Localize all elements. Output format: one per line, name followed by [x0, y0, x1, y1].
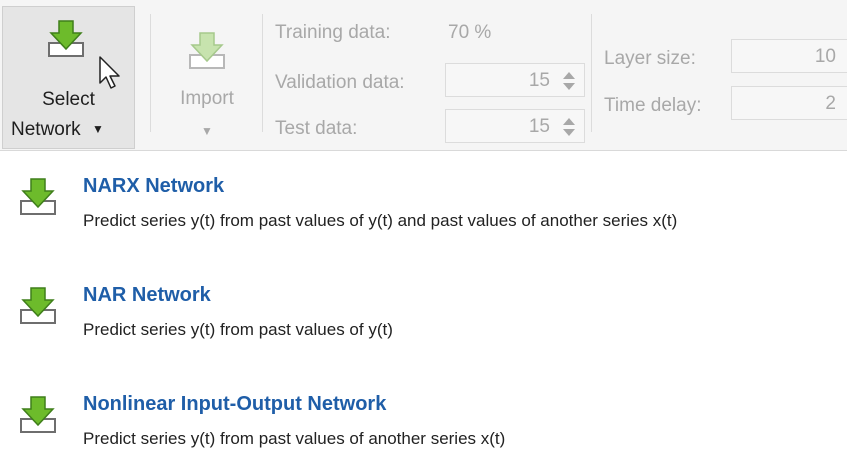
download-arrow-icon — [20, 287, 56, 324]
toolstrip-separator — [591, 14, 592, 132]
validation-data-value: 15 — [528, 70, 550, 91]
test-data-spinner[interactable]: 15 — [445, 109, 585, 143]
select-network-label-line1: Select — [42, 89, 95, 110]
chevron-down-icon: ▼ — [91, 122, 104, 136]
menu-item-title: Nonlinear Input-Output Network — [83, 393, 387, 415]
select-network-label-line2: Network ▼ — [11, 119, 142, 141]
menu-item-nonlinear-input-output-network[interactable]: Nonlinear Input-Output Network Predict s… — [0, 369, 847, 469]
mouse-cursor-icon — [99, 56, 120, 89]
select-network-label-text: Network — [11, 119, 81, 140]
menu-item-title: NARX Network — [83, 175, 225, 197]
time-delay-label: Time delay: — [604, 95, 702, 116]
time-delay-spinner[interactable]: 2 — [731, 86, 847, 120]
validation-data-spinner[interactable]: 15 — [445, 63, 585, 97]
download-arrow-icon — [189, 32, 225, 69]
menu-item-description: Predict series y(t) from past values of … — [83, 429, 506, 448]
layer-size-label: Layer size: — [604, 48, 696, 69]
validation-data-label: Validation data: — [275, 72, 405, 93]
menu-item-narx-network[interactable]: NARX Network Predict series y(t) from pa… — [0, 151, 847, 251]
download-arrow-icon — [20, 396, 56, 433]
download-arrow-icon — [20, 178, 56, 215]
download-arrow-icon — [48, 20, 84, 57]
test-data-value: 15 — [528, 116, 550, 137]
menu-item-nar-network[interactable]: NAR Network Predict series y(t) from pas… — [0, 260, 847, 360]
toolstrip-separator — [150, 14, 151, 132]
menu-item-description: Predict series y(t) from past values of … — [83, 320, 393, 339]
training-data-label: Training data: — [275, 22, 391, 43]
menu-item-description: Predict series y(t) from past values of … — [83, 211, 678, 230]
chevron-down-icon: ▼ — [201, 124, 213, 138]
time-delay-value: 2 — [825, 93, 836, 114]
import-button[interactable]: Import ▼ — [162, 6, 252, 149]
import-label: Import — [180, 88, 234, 109]
spinner-arrows-icon[interactable] — [562, 115, 576, 139]
menu-item-title: NAR Network — [83, 284, 211, 306]
toolstrip: Select Network ▼ Import ▼ Training data:… — [0, 0, 847, 151]
layer-size-value: 10 — [814, 46, 836, 67]
layer-size-spinner[interactable]: 10 — [731, 39, 847, 73]
training-data-value: 70 % — [448, 22, 492, 43]
test-data-label: Test data: — [275, 118, 358, 139]
network-dropdown-menu: NARX Network Predict series y(t) from pa… — [0, 151, 847, 473]
toolstrip-separator — [262, 14, 263, 132]
spinner-arrows-icon[interactable] — [562, 69, 576, 93]
